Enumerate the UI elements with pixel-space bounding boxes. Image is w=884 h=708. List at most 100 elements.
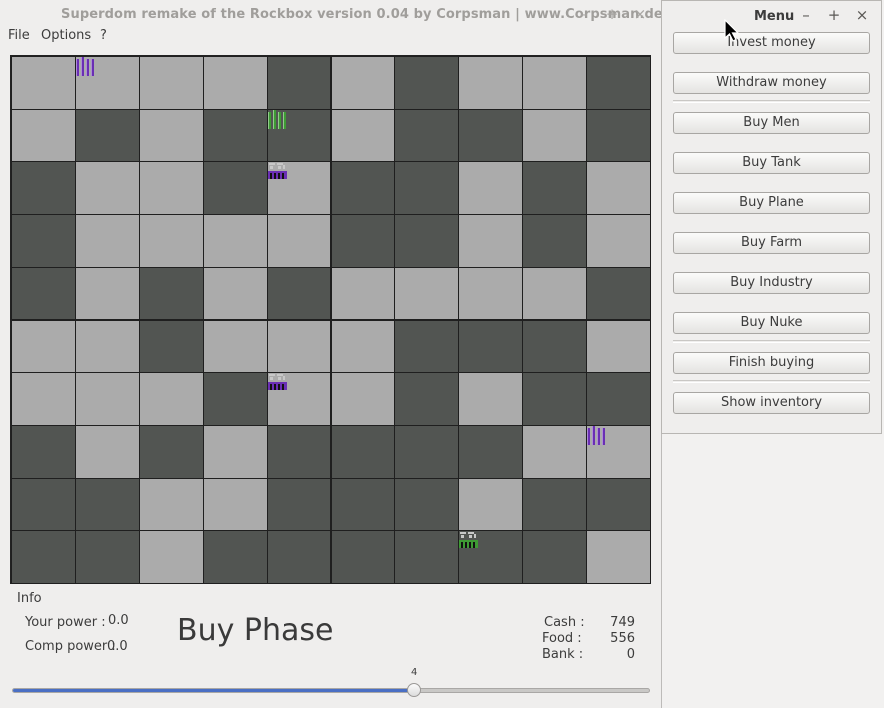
board-cell[interactable] [458, 214, 524, 268]
buy-industry-button[interactable]: Buy Industry [673, 272, 870, 294]
board-cell[interactable] [586, 319, 651, 374]
board-cell[interactable] [11, 214, 76, 268]
board-cell[interactable] [202, 108, 268, 163]
board-cell[interactable] [394, 266, 460, 321]
board-cell[interactable] [202, 530, 268, 584]
minimize-button[interactable]: – [574, 4, 594, 24]
board-cell[interactable] [11, 477, 76, 532]
game-board[interactable] [10, 55, 651, 584]
board-cell[interactable] [394, 477, 460, 532]
board-cell[interactable] [330, 319, 396, 374]
menu-help[interactable]: ? [100, 28, 107, 43]
board-cell[interactable] [394, 56, 460, 110]
buy-men-button[interactable]: Buy Men [673, 112, 870, 134]
slider-handle[interactable] [406, 683, 421, 697]
board-cell[interactable] [522, 266, 588, 321]
board-cell[interactable] [74, 372, 140, 426]
board-cell[interactable] [458, 161, 524, 216]
board-cell[interactable] [138, 477, 204, 532]
board-cell[interactable] [394, 319, 460, 374]
board-cell[interactable] [586, 108, 651, 163]
buy-nuke-button[interactable]: Buy Nuke [673, 312, 870, 334]
maximize-button[interactable]: + [602, 4, 622, 24]
board-cell[interactable] [202, 161, 268, 216]
board-cell[interactable] [586, 266, 651, 321]
board-cell[interactable] [202, 214, 268, 268]
board-cell[interactable] [522, 214, 588, 268]
board-cell[interactable] [330, 424, 396, 479]
board-cell[interactable] [266, 424, 332, 479]
buy-farm-button[interactable]: Buy Farm [673, 232, 870, 254]
board-cell[interactable] [138, 530, 204, 584]
board-cell[interactable] [266, 530, 332, 584]
board-cell[interactable] [266, 214, 332, 268]
board-cell[interactable] [202, 477, 268, 532]
board-cell[interactable] [11, 56, 76, 110]
buy-plane-button[interactable]: Buy Plane [673, 192, 870, 214]
invest-money-button[interactable]: Invest money [673, 32, 870, 54]
menu-maximize-button[interactable]: + [824, 5, 844, 25]
board-cell[interactable] [266, 56, 332, 110]
board-cell[interactable] [330, 56, 396, 110]
board-cell[interactable] [11, 319, 76, 374]
board-cell[interactable] [74, 266, 140, 321]
board-cell[interactable] [522, 372, 588, 426]
board-cell[interactable] [458, 56, 524, 110]
board-cell[interactable] [394, 214, 460, 268]
board-cell[interactable] [458, 266, 524, 321]
board-cell[interactable] [11, 266, 76, 321]
board-cell[interactable] [74, 319, 140, 374]
board-cell[interactable] [11, 108, 76, 163]
board-cell[interactable] [394, 372, 460, 426]
board-cell[interactable] [330, 530, 396, 584]
board-cell[interactable] [74, 214, 140, 268]
board-cell[interactable] [11, 161, 76, 216]
board-cell[interactable] [74, 108, 140, 163]
board-cell[interactable] [74, 530, 140, 584]
board-cell[interactable] [11, 372, 76, 426]
main-titlebar[interactable]: Superdom remake of the Rockbox version 0… [0, 0, 672, 30]
board-cell[interactable] [138, 56, 204, 110]
board-cell[interactable] [394, 108, 460, 163]
board-cell[interactable] [458, 108, 524, 163]
board-cell[interactable] [138, 372, 204, 426]
board-cell[interactable] [202, 266, 268, 321]
board-cell[interactable] [522, 108, 588, 163]
board-cell[interactable] [202, 372, 268, 426]
board-cell[interactable] [458, 372, 524, 426]
withdraw-money-button[interactable]: Withdraw money [673, 72, 870, 94]
speed-slider[interactable] [12, 688, 650, 693]
board-cell[interactable] [11, 424, 76, 479]
finish-buying-button[interactable]: Finish buying [673, 352, 870, 374]
menu-file[interactable]: File [8, 28, 30, 43]
board-cell[interactable] [330, 161, 396, 216]
board-cell[interactable] [394, 530, 460, 584]
board-cell[interactable] [330, 266, 396, 321]
board-cell[interactable] [522, 161, 588, 216]
board-cell[interactable] [458, 477, 524, 532]
board-cell[interactable] [586, 477, 651, 532]
board-cell[interactable] [522, 530, 588, 584]
buy-tank-button[interactable]: Buy Tank [673, 152, 870, 174]
board-cell[interactable] [138, 266, 204, 321]
board-cell[interactable] [74, 477, 140, 532]
board-cell[interactable] [138, 161, 204, 216]
board-cell[interactable] [522, 424, 588, 479]
board-cell[interactable] [522, 56, 588, 110]
board-cell[interactable] [586, 214, 651, 268]
board-cell[interactable] [522, 319, 588, 374]
board-cell[interactable] [394, 161, 460, 216]
board-cell[interactable] [202, 56, 268, 110]
board-cell[interactable] [586, 530, 651, 584]
board-cell[interactable] [266, 319, 332, 374]
close-button[interactable]: × [630, 4, 650, 24]
board-cell[interactable] [330, 108, 396, 163]
board-cell[interactable] [74, 161, 140, 216]
board-cell[interactable] [202, 424, 268, 479]
board-cell[interactable] [138, 319, 204, 374]
board-cell[interactable] [266, 266, 332, 321]
board-cell[interactable] [394, 424, 460, 479]
menu-options[interactable]: Options [41, 28, 91, 43]
board-cell[interactable] [138, 424, 204, 479]
show-inventory-button[interactable]: Show inventory [673, 392, 870, 414]
